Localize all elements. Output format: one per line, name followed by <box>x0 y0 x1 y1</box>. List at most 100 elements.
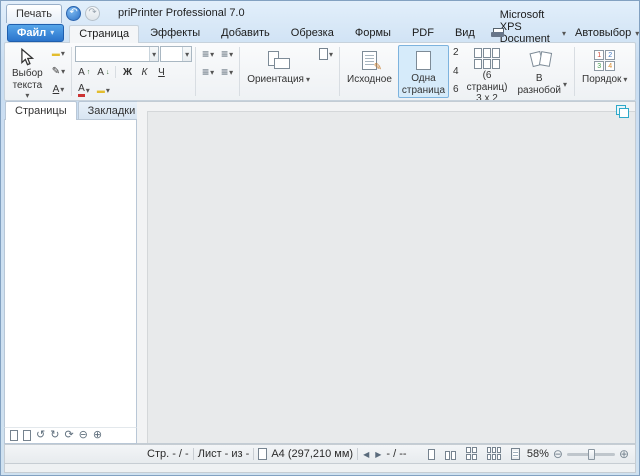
six-pages-button[interactable]: 6 <box>453 85 459 95</box>
grow-font-button[interactable]: А ↑ <box>75 64 93 80</box>
pencil-icon: ✎ <box>373 61 382 73</box>
align-icon: ≡ <box>221 47 229 61</box>
redo-button[interactable]: ↷ <box>85 5 101 21</box>
preview-area[interactable] <box>137 101 636 444</box>
next-page-button[interactable]: ▶ <box>374 450 382 459</box>
rotate-left-icon[interactable]: ↺ <box>36 430 45 441</box>
view-grid-4-button[interactable] <box>463 446 480 462</box>
tab-bookmarks[interactable]: Закладки <box>77 101 146 119</box>
one-page-label: Одна страница <box>401 73 446 96</box>
chevron-down-icon: ▾ <box>85 85 90 95</box>
status-separator <box>357 448 359 460</box>
text-note-tool-button[interactable]: А ▾ <box>49 81 68 97</box>
cursor-icon <box>20 48 35 67</box>
six-pages-grid-label: (6 страниц) 3 х 2 <box>466 70 508 101</box>
file-menu-button[interactable]: Файл ▾ <box>7 24 65 42</box>
original-layout-label: Исходное <box>347 74 392 85</box>
printer-select[interactable]: Microsoft XPS Document Writer ▾ <box>487 9 570 57</box>
zoom-slider[interactable] <box>566 448 615 460</box>
two-pages-button[interactable]: 2 <box>453 48 459 58</box>
paper-autoselect[interactable]: Автовыбор ▾ <box>571 24 640 42</box>
zoom-in-button[interactable]: ⊕ <box>619 448 629 460</box>
pencil-tool-button[interactable]: ✎ ▾ <box>49 64 68 80</box>
chevron-down-icon: ▾ <box>210 49 215 59</box>
zoom-out-icon[interactable]: ⊖ <box>79 430 88 441</box>
paper-setup-button[interactable]: ▾ <box>316 46 336 62</box>
status-paper-size: A4 (297,210 мм) <box>271 448 354 460</box>
view-single-page-button[interactable] <box>425 447 438 462</box>
view-grid-6-button[interactable] <box>484 446 504 462</box>
font-size-combo[interactable]: ▾ <box>160 46 193 62</box>
layout-toggle-icon[interactable] <box>616 105 629 118</box>
prev-page-button[interactable]: ◀ <box>362 450 370 459</box>
align-left-button[interactable]: ≡ ▾ <box>199 46 217 62</box>
font-color-button[interactable]: А ▾ <box>75 82 93 98</box>
app-window: Печать ↶ ↷ priPrinter Professional 7.0 Ф… <box>0 0 640 476</box>
zoom-slider-thumb[interactable] <box>587 448 595 460</box>
from-new-checkbox[interactable]: С нов... <box>635 65 636 78</box>
shrink-font-button[interactable]: А ↓ <box>94 64 112 80</box>
prev-page-icon[interactable] <box>10 430 18 441</box>
tab-page[interactable]: Страница <box>69 25 140 43</box>
tab-print[interactable]: Печать <box>6 4 63 23</box>
tab-pdf[interactable]: PDF <box>402 24 444 42</box>
chevron-down-icon: ▾ <box>635 28 640 38</box>
original-layout-button[interactable]: ✎ Исходное <box>343 45 396 98</box>
view-two-pages-button[interactable] <box>442 447 459 462</box>
six-pages-grid-button[interactable]: (6 страниц) 3 х 2 <box>463 45 512 101</box>
font-family-combo[interactable]: ▾ <box>75 46 160 62</box>
main-area: Страницы Закладки ↺ ↻ ⟳ ⊖ ⊕ <box>4 101 636 444</box>
tab-pages[interactable]: Страницы <box>5 101 77 120</box>
orientation-button[interactable]: Ориентация ▾ <box>243 45 314 98</box>
tab-view[interactable]: Вид <box>445 24 485 42</box>
repeat-checkbox[interactable]: Повт... <box>635 48 636 61</box>
view-continuous-button[interactable] <box>508 447 523 462</box>
shuffle-icon <box>529 48 554 72</box>
tab-effects[interactable]: Эффекты <box>140 24 210 42</box>
text-tool-icon: А <box>52 83 60 95</box>
group-separator <box>574 47 576 96</box>
order-button[interactable]: 1 2 3 4 Порядок ▾ <box>578 45 631 98</box>
zoom-in-icon[interactable]: ⊕ <box>93 430 102 441</box>
order-num: 2 <box>605 50 616 60</box>
tab-add[interactable]: Добавить <box>211 24 280 42</box>
orientation-label: Ориентация <box>247 74 304 85</box>
page-icon <box>318 48 328 60</box>
align-center-button[interactable]: ≡ ▾ <box>218 46 236 62</box>
highlighter-icon: ▬ <box>51 49 60 59</box>
show-checkbox[interactable]: Показ... <box>635 82 636 95</box>
tab-forms[interactable]: Формы <box>345 24 401 42</box>
checkbox-icon <box>635 84 636 94</box>
one-page-button[interactable]: Одна страница <box>397 45 450 98</box>
status-page-range: - / -- <box>386 448 407 460</box>
tab-crop[interactable]: Обрезка <box>281 24 344 42</box>
sidebar-tabs: Страницы Закладки <box>4 101 146 120</box>
printer-icon <box>490 27 504 39</box>
italic-button[interactable]: К <box>136 64 152 80</box>
list-button[interactable]: ≡ ▾ <box>199 64 217 80</box>
chevron-down-icon: ▾ <box>305 75 310 85</box>
chevron-down-icon: ▾ <box>210 67 215 77</box>
highlight-tool-button[interactable]: ▬ ▾ <box>49 46 68 62</box>
underline-button[interactable]: Ч <box>153 64 169 80</box>
shuffle-button[interactable]: В разнобой ▾ <box>513 45 571 98</box>
group-separator <box>195 47 197 96</box>
original-layout-icon: ✎ <box>361 48 382 73</box>
zoom-out-button[interactable]: ⊖ <box>553 448 563 460</box>
text-highlight-color-button[interactable]: ▬ ▾ <box>94 82 113 98</box>
next-page-icon[interactable] <box>23 430 31 441</box>
rotate-right-icon[interactable]: ↻ <box>50 430 59 441</box>
chevron-down-icon: ▾ <box>149 47 159 61</box>
four-pages-button[interactable]: 4 <box>453 66 459 77</box>
checkbox-icon <box>635 67 636 77</box>
chevron-down-icon: ▾ <box>61 67 66 76</box>
window-bottom-frame <box>4 464 636 473</box>
select-text-button[interactable]: Выбор текста ▾ <box>8 45 47 100</box>
undo-button[interactable]: ↶ <box>66 5 82 21</box>
pages-thumbnail-panel[interactable] <box>4 119 137 427</box>
select-text-label: Выбор текста <box>12 68 43 91</box>
arrow-up-icon: ↑ <box>86 68 91 76</box>
refresh-icon[interactable]: ⟳ <box>64 430 73 441</box>
bold-button[interactable]: Ж <box>119 64 135 80</box>
spacing-button[interactable]: ≡ ▾ <box>218 64 236 80</box>
